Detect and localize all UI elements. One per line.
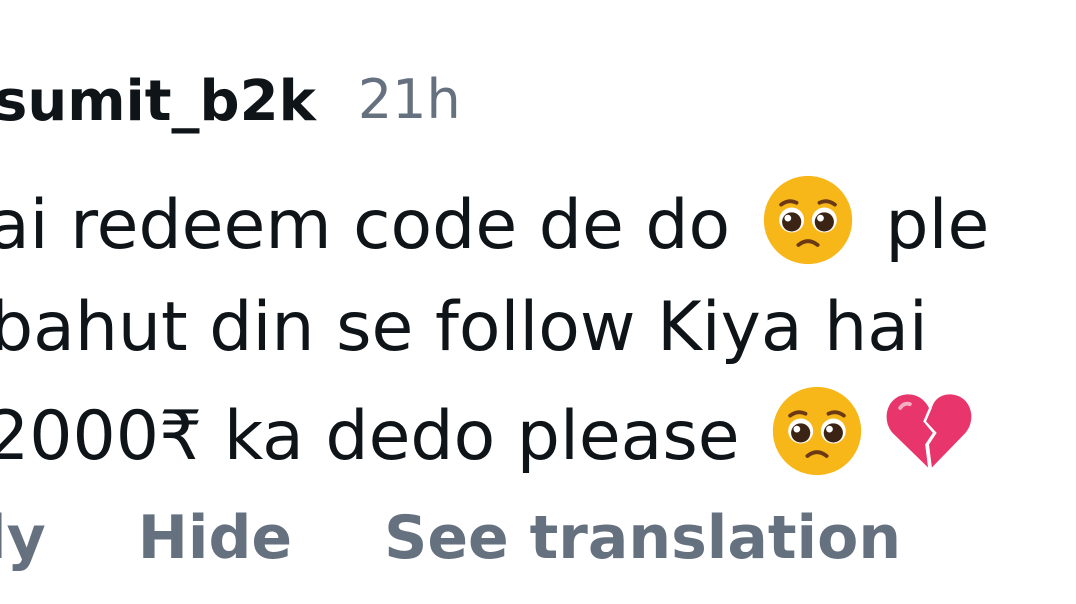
comment-text-segment: ai redeem code de do	[0, 186, 731, 265]
comment-text-line-2: bahut din se follow Kiya hai	[0, 278, 928, 378]
broken-heart-emoji-icon	[881, 383, 977, 479]
comment-text-segment: 2000₹ ka dedo please	[0, 397, 740, 476]
comment-actions: ly Hide See translation	[0, 496, 901, 580]
comment-item: sumit_b2k 21h ai redeem code de do ple ba…	[0, 0, 1076, 604]
see-translation-button[interactable]: See translation	[384, 496, 901, 580]
comment-text-segment: bahut din se follow Kiya hai	[0, 288, 928, 367]
comment-text-line-3: 2000₹ ka dedo please	[0, 383, 985, 483]
comment-text-line-1: ai redeem code de do ple	[0, 172, 989, 272]
comment-text-segment: ple	[885, 186, 990, 265]
comment-timestamp: 21h	[357, 68, 461, 131]
pleading-face-emoji-icon	[769, 383, 865, 479]
comment-header: sumit_b2k 21h	[0, 62, 461, 142]
reply-button[interactable]: ly	[0, 496, 46, 580]
comment-username[interactable]: sumit_b2k	[0, 62, 316, 142]
hide-button[interactable]: Hide	[138, 496, 292, 580]
pleading-face-emoji-icon	[760, 172, 856, 268]
